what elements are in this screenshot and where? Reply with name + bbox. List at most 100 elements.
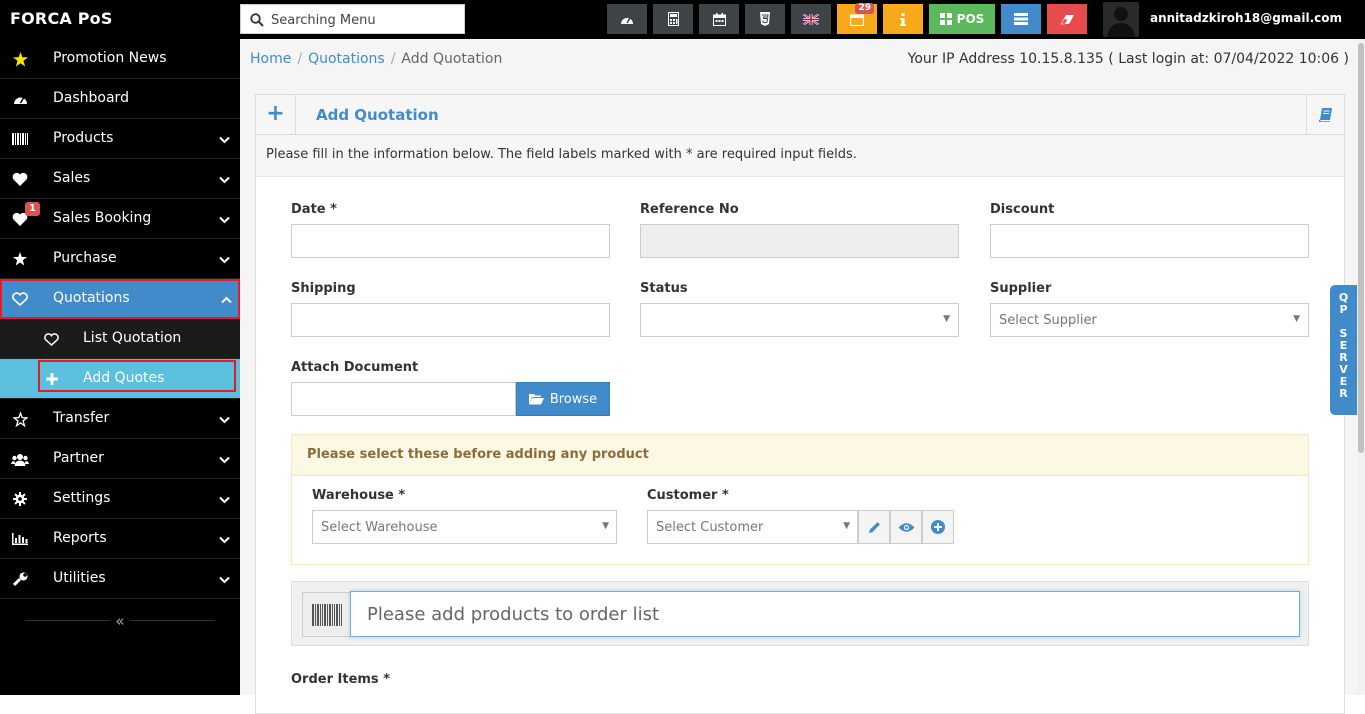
- customer-select[interactable]: Select Customer ▼: [647, 510, 858, 544]
- sidebar-item-sales-booking[interactable]: 1 Sales Booking: [0, 199, 240, 239]
- attach-document-field: Attach Document Browse: [291, 360, 610, 416]
- scrollbar-thumb[interactable]: [1358, 43, 1364, 453]
- warehouse-placeholder: Select Warehouse: [321, 520, 438, 535]
- discount-field: Discount: [990, 202, 1309, 258]
- browse-button[interactable]: Browse: [516, 382, 610, 416]
- edit-customer-button[interactable]: [858, 510, 890, 544]
- sidebar-item-products[interactable]: Products: [0, 119, 240, 159]
- sidebar-item-quotations[interactable]: Quotations: [0, 279, 240, 319]
- user-email[interactable]: annitadzkiroh18@gmail.com: [1150, 11, 1342, 25]
- info-button[interactable]: [883, 4, 923, 34]
- caret-down-icon: ▼: [843, 521, 850, 531]
- status-field: Status ▼: [640, 281, 959, 337]
- sidebar-item-add-quotes[interactable]: Add Quotes: [0, 359, 240, 399]
- date-input[interactable]: [291, 224, 610, 258]
- user-avatar[interactable]: [1103, 2, 1139, 37]
- search-box[interactable]: [240, 4, 465, 34]
- sidebar-item-list-quotation[interactable]: List Quotation: [0, 319, 240, 359]
- qp-server-tab[interactable]: QPSERVER: [1330, 285, 1357, 415]
- sidebar-item-reports[interactable]: Reports: [0, 519, 240, 559]
- prerequisite-notice: Please select these before adding any pr…: [292, 435, 1308, 476]
- order-items-label: Order Items *: [291, 672, 390, 687]
- supplier-select[interactable]: Select Supplier ▼: [990, 303, 1309, 337]
- notification-count-badge: 29: [855, 3, 874, 14]
- chevron-down-icon: [219, 572, 230, 588]
- plus-circle-icon: [931, 520, 945, 534]
- discount-input[interactable]: [990, 224, 1309, 258]
- heart-outline-icon: [11, 291, 29, 307]
- form-instructions: Please fill in the information below. Th…: [256, 135, 1344, 177]
- css3-icon: [760, 12, 770, 26]
- user-silhouette-icon: [1107, 7, 1135, 37]
- breadcrumb-home[interactable]: Home: [250, 51, 291, 67]
- warehouse-select[interactable]: Select Warehouse ▼: [312, 510, 617, 544]
- eye-icon: [898, 522, 914, 532]
- breadcrumb-quotations[interactable]: Quotations: [308, 51, 385, 67]
- star-outline-icon: [11, 411, 29, 427]
- calculator-button[interactable]: [653, 4, 693, 34]
- style-button[interactable]: [745, 4, 785, 34]
- list-icon: [1014, 13, 1028, 25]
- sidebar-item-dashboard[interactable]: Dashboard: [0, 79, 240, 119]
- reference-input: [640, 224, 959, 258]
- dashboard-shortcut-button[interactable]: [607, 4, 647, 34]
- sidebar-item-label: Quotations: [53, 290, 130, 306]
- sidebar-item-partner[interactable]: Partner: [0, 439, 240, 479]
- chevron-down-icon: [219, 212, 230, 228]
- brand-logo[interactable]: FORCA PoS: [10, 9, 113, 28]
- supplier-field: Supplier Select Supplier ▼: [990, 281, 1309, 337]
- add-customer-button[interactable]: [922, 510, 954, 544]
- star-icon: [11, 51, 29, 67]
- main-content: Home / Quotations / Add Quotation Your IP Ad…: [240, 39, 1357, 714]
- sidebar-item-label: Sales Booking: [53, 210, 152, 226]
- search-icon: [250, 13, 264, 27]
- sidebar-item-sales[interactable]: Sales: [0, 159, 240, 199]
- list-button[interactable]: [1001, 4, 1041, 34]
- chevron-down-icon: [219, 452, 230, 468]
- notifications-button[interactable]: 29: [837, 3, 877, 34]
- customer-label: Customer *: [647, 488, 729, 503]
- sidebar-item-promotion-news[interactable]: Promotion News: [0, 39, 240, 79]
- shipping-field: Shipping: [291, 281, 610, 337]
- sidebar-item-label: Utilities: [53, 570, 106, 586]
- sidebar-collapse-button[interactable]: «: [110, 613, 130, 631]
- attach-file-input[interactable]: [291, 382, 516, 416]
- sidebar-item-transfer[interactable]: Transfer: [0, 399, 240, 439]
- pos-button[interactable]: POS: [929, 4, 995, 34]
- sidebar-item-utilities[interactable]: Utilities: [0, 559, 240, 599]
- add-product-input[interactable]: Please add products to order list: [350, 591, 1300, 637]
- barcode-icon: [11, 131, 29, 147]
- info-icon: [900, 12, 906, 26]
- warehouse-label: Warehouse *: [312, 488, 406, 503]
- sidebar-item-purchase[interactable]: Purchase: [0, 239, 240, 279]
- status-label: Status: [640, 281, 688, 296]
- chevron-down-icon: [219, 532, 230, 548]
- calendar-button[interactable]: [699, 4, 739, 34]
- sidebar-item-label: Reports: [53, 530, 107, 546]
- supplier-placeholder: Select Supplier: [999, 313, 1097, 328]
- customer-field: Customer * Select Customer ▼: [647, 488, 954, 544]
- status-select[interactable]: ▼: [640, 303, 959, 337]
- page-scrollbar[interactable]: [1357, 39, 1365, 695]
- ip-address-info: Your IP Address 10.15.8.135 ( Last login…: [907, 51, 1349, 67]
- calculator-icon: [667, 12, 679, 26]
- clear-cache-button[interactable]: [1047, 4, 1087, 34]
- caret-down-icon: ▼: [1293, 314, 1300, 324]
- sidebar-item-label: Promotion News: [53, 50, 167, 66]
- chevron-down-icon: [219, 132, 230, 148]
- browse-label: Browse: [549, 391, 598, 407]
- plus-icon: +: [256, 95, 296, 135]
- view-customer-button[interactable]: [890, 510, 922, 544]
- shipping-input[interactable]: [291, 303, 610, 337]
- sidebar-item-settings[interactable]: Settings: [0, 479, 240, 519]
- heart-icon: [11, 171, 29, 187]
- sidebar-item-label: Sales: [53, 170, 91, 186]
- language-button[interactable]: [791, 4, 831, 34]
- book-icon[interactable]: [1306, 95, 1344, 135]
- plus-icon: [43, 371, 61, 387]
- panel-header: + Add Quotation: [256, 95, 1344, 135]
- chevron-down-icon: [219, 492, 230, 508]
- search-input[interactable]: [271, 11, 456, 29]
- sidebar-item-label: Partner: [53, 450, 104, 466]
- sidebar-item-label: Dashboard: [53, 90, 129, 106]
